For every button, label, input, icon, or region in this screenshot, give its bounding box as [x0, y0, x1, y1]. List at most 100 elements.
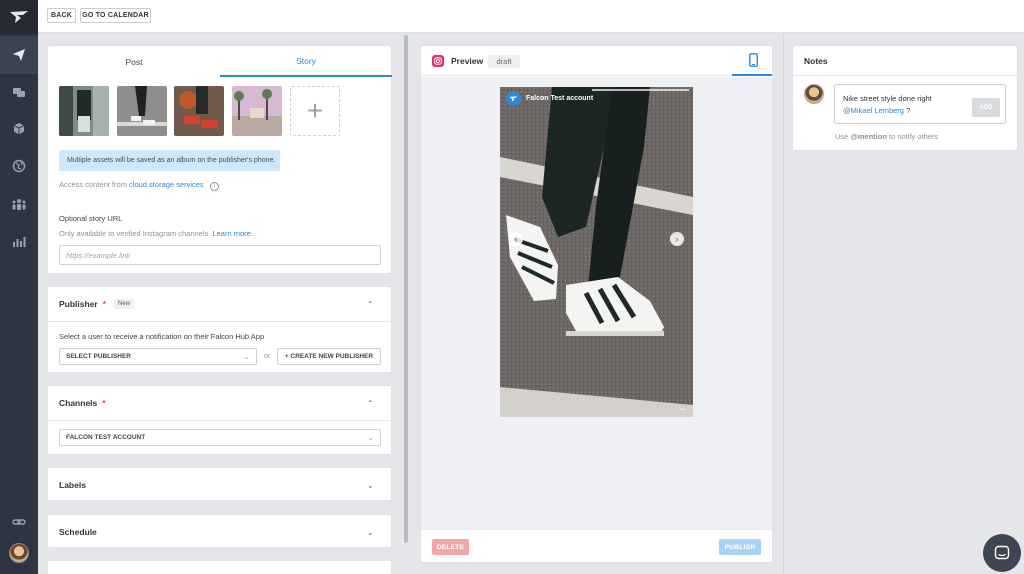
falcon-logo[interactable] — [0, 0, 38, 34]
story-url-input[interactable]: https://example.link — [59, 245, 381, 265]
thumbnail-image-1 — [59, 86, 109, 136]
publish-button[interactable]: PUBLISH — [719, 539, 761, 555]
previous-slide-button[interactable]: ‹ — [509, 232, 523, 246]
tab-story[interactable]: Story — [220, 46, 392, 77]
chat-icon — [994, 545, 1010, 560]
preview-title: Preview — [451, 56, 484, 66]
falcon-logo-icon — [509, 95, 518, 102]
publisher-card: Publisher * New ⌃ Select a user to recei… — [47, 286, 393, 373]
back-button[interactable]: BACK — [47, 8, 76, 23]
learn-more-link[interactable]: Learn more. — [212, 229, 252, 238]
story-url-label: Optional story URL — [59, 214, 123, 223]
sidebar — [0, 0, 38, 574]
labels-card[interactable]: Labels ⌄ — [47, 467, 392, 501]
story-url-help: Only available to verified Instagram cha… — [59, 229, 253, 238]
sidebar-item-content[interactable] — [0, 110, 38, 148]
media-thumbnail[interactable] — [59, 86, 109, 136]
channels-title: Channels — [59, 398, 98, 408]
notes-panel: Notes Nike street style done right @Mika… — [792, 45, 1019, 151]
top-bar: BACK GO TO CALENDAR — [38, 0, 1024, 33]
sidebar-item-listen[interactable] — [0, 147, 38, 185]
mention-hint: Use @mention to notify others — [835, 132, 939, 141]
labels-header[interactable]: Labels — [48, 468, 393, 502]
schedule-card[interactable]: Schedule ⌄ — [47, 514, 392, 548]
more-card — [47, 560, 392, 574]
globe-icon — [12, 159, 26, 173]
divider — [48, 420, 393, 421]
cubes-icon — [13, 123, 25, 135]
chevron-up-icon[interactable]: ⌃ — [367, 300, 375, 309]
mobile-preview-tab[interactable] — [732, 46, 772, 76]
delete-button[interactable]: DELETE — [432, 539, 469, 555]
mobile-phone-icon — [748, 53, 758, 67]
media-thumbnail[interactable] — [232, 86, 282, 136]
required-mark: * — [102, 398, 106, 408]
info-icon[interactable]: i — [209, 182, 219, 191]
media-thumbnail[interactable] — [174, 86, 224, 136]
channels-card: Channels * ⌃ FALCON TEST ACCOUNT ⌄ — [47, 385, 393, 455]
notes-title: Notes — [804, 56, 828, 66]
composer-column: Post Story + Multiple assets will be sav… — [38, 33, 402, 574]
story-preview-image: Falcon Test account ••• — [500, 87, 693, 417]
chevron-down-icon: ⌄ — [367, 433, 374, 442]
bar-chart-icon — [13, 237, 26, 247]
sneakers-photo — [500, 87, 693, 417]
mention-link[interactable]: @Mikael Lemberg — [843, 106, 904, 115]
link-icon — [12, 519, 26, 525]
more-options-icon[interactable]: ••• — [679, 407, 686, 413]
divider — [48, 321, 393, 322]
channels-header[interactable]: Channels * — [48, 386, 393, 420]
sidebar-item-engage[interactable] — [0, 74, 38, 112]
create-new-publisher-button[interactable]: + CREATE NEW PUBLISHER — [277, 348, 381, 365]
account-avatar — [506, 91, 521, 106]
thumbnail-image-2 — [117, 86, 167, 136]
sidebar-item-audience[interactable] — [0, 185, 38, 223]
next-slide-button[interactable]: › — [670, 232, 684, 246]
preview-canvas: Falcon Test account ••• ‹ › — [421, 77, 772, 529]
sidebar-item-measure[interactable] — [0, 222, 38, 260]
channel-select-dropdown[interactable]: FALCON TEST ACCOUNT ⌄ — [59, 429, 381, 446]
users-icon — [12, 199, 26, 210]
instagram-icon — [432, 55, 444, 67]
thumbnail-image-3 — [174, 86, 224, 136]
or-text: or — [264, 353, 271, 360]
tab-post[interactable]: Post — [48, 46, 220, 77]
access-content-text: Access content from cloud storage servic… — [59, 180, 219, 191]
sidebar-item-links[interactable] — [0, 503, 38, 541]
thumbnail-image-4 — [232, 86, 282, 136]
paper-plane-icon — [13, 49, 25, 61]
user-avatar[interactable] — [9, 543, 29, 563]
publisher-header[interactable]: Publisher * New — [48, 287, 393, 321]
column-divider — [783, 33, 784, 574]
story-account-name: Falcon Test account — [526, 95, 594, 102]
new-badge: New — [114, 299, 135, 309]
select-publisher-dropdown[interactable]: SELECT PUBLISHER ⌄ — [59, 348, 257, 365]
go-to-calendar-button[interactable]: GO TO CALENDAR — [80, 8, 151, 23]
chat-bubbles-icon — [13, 88, 25, 97]
preview-header: Preview draft — [421, 46, 772, 76]
chevron-down-icon[interactable]: ⌄ — [367, 528, 375, 537]
media-thumbnail[interactable] — [117, 86, 167, 136]
composer-scrollbar[interactable] — [402, 33, 410, 574]
support-chat-button[interactable] — [983, 534, 1021, 572]
content-card: Post Story + Multiple assets will be sav… — [47, 45, 392, 274]
sidebar-item-publish[interactable] — [0, 36, 38, 74]
divider — [793, 75, 1019, 76]
schedule-header[interactable]: Schedule — [48, 515, 393, 549]
preview-footer: DELETE PUBLISH — [421, 529, 772, 562]
publisher-description: Select a user to receive a notification … — [59, 332, 265, 341]
story-progress-bar — [592, 89, 689, 91]
cloud-storage-link[interactable]: cloud storage services — [129, 180, 204, 189]
scrollbar-thumb[interactable] — [404, 35, 408, 543]
chevron-down-icon[interactable]: ⌄ — [367, 481, 375, 490]
status-badge: draft — [488, 55, 520, 68]
chevron-up-icon[interactable]: ⌃ — [367, 399, 375, 408]
publisher-title: Publisher — [59, 299, 98, 309]
falcon-logo-icon — [10, 11, 28, 23]
chevron-down-icon: ⌄ — [243, 352, 250, 361]
note-author-avatar — [804, 84, 824, 104]
album-notice: Multiple assets will be saved as an albu… — [59, 150, 280, 171]
add-note-button[interactable]: ADD — [972, 98, 1000, 117]
required-mark: * — [102, 299, 107, 309]
add-media-button[interactable]: + — [290, 86, 340, 136]
